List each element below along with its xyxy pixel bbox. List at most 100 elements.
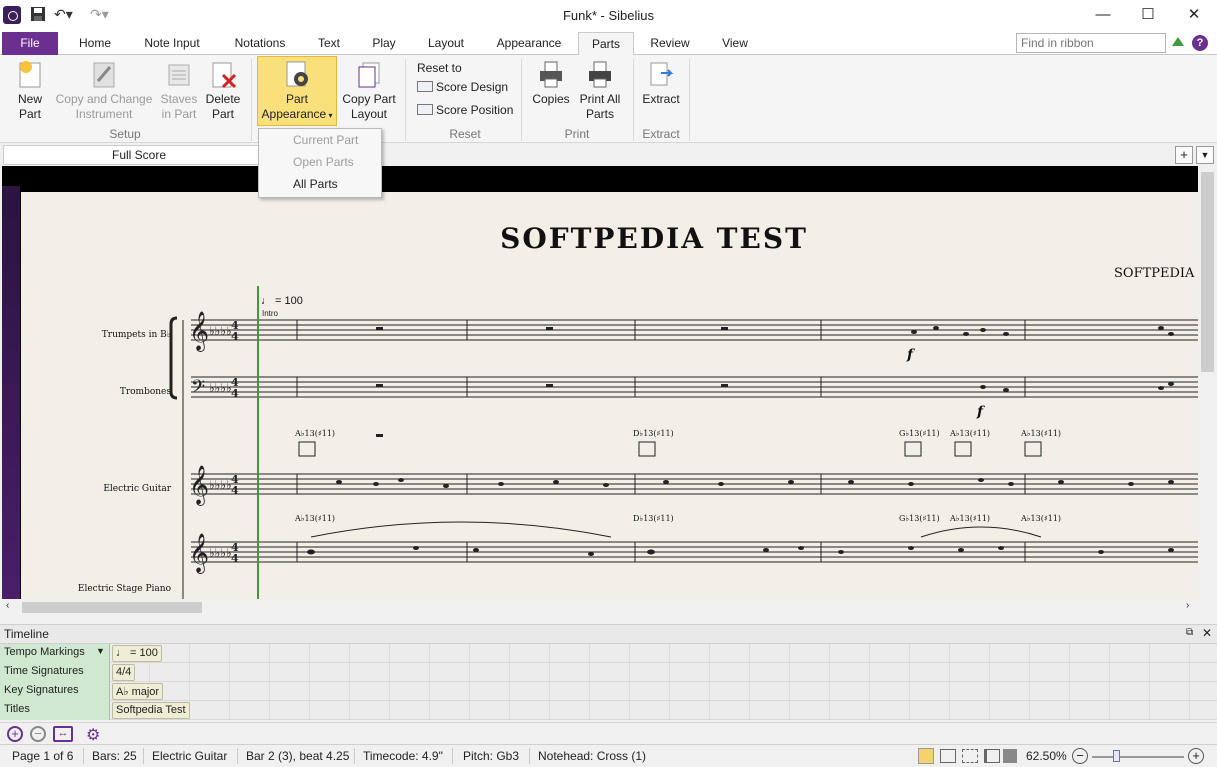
new-part-icon xyxy=(19,61,41,88)
group-separator xyxy=(633,59,634,141)
timeline-float-icon[interactable]: ⧉ xyxy=(1186,627,1193,638)
delete-part-button[interactable]: Delete Part xyxy=(203,57,243,122)
menu-item-current-part[interactable]: Current Part xyxy=(293,133,358,147)
menu-item-all-parts[interactable]: All Parts xyxy=(293,177,338,191)
copy-change-instrument-button[interactable]: Copy and Change Instrument xyxy=(55,57,153,122)
zoom-slider[interactable] xyxy=(1092,756,1184,758)
timeline-chip[interactable]: A♭ major xyxy=(112,683,164,700)
timeline-header: Timeline ⧉ ✕ xyxy=(0,624,1217,644)
horizontal-scrollbar[interactable]: ‹ › xyxy=(2,599,1198,616)
tab-view[interactable]: View xyxy=(713,32,757,55)
menu-item-open-parts[interactable]: Open Parts xyxy=(293,155,354,169)
status-instrument: Electric Guitar xyxy=(152,749,228,763)
tab-review[interactable]: Review xyxy=(644,32,696,55)
horizontal-scroll-thumb[interactable] xyxy=(22,602,202,613)
timeline-row: Titles Softpedia Test xyxy=(0,701,1217,720)
group-separator xyxy=(405,59,406,141)
new-part-button[interactable]: New Part xyxy=(10,57,50,122)
tab-layout[interactable]: Layout xyxy=(419,32,473,55)
vertical-scroll-thumb[interactable] xyxy=(1201,172,1214,372)
group-label-extract: Extract xyxy=(642,127,680,141)
score-design-button[interactable]: Score Design xyxy=(417,80,508,94)
status-bars: Bars: 25 xyxy=(92,749,137,763)
fit-width-icon[interactable]: ↔ xyxy=(53,726,73,742)
tab-file[interactable]: File xyxy=(2,32,58,55)
status-separator xyxy=(83,748,84,764)
tab-parts[interactable]: Parts xyxy=(578,32,634,56)
window-title: Funk* - Sibelius xyxy=(562,8,655,23)
timeline-close-icon[interactable]: ✕ xyxy=(1202,626,1212,640)
group-separator xyxy=(521,59,522,141)
staves-in-part-button[interactable]: Staves in Part xyxy=(159,57,199,122)
tab-home[interactable]: Home xyxy=(68,32,122,55)
tab-text[interactable]: Text xyxy=(311,32,347,55)
view-mode-horizontal-icon[interactable] xyxy=(962,749,978,763)
zoom-out-icon[interactable]: − xyxy=(30,726,46,742)
svg-text:♭♭♭♭: ♭♭♭♭ xyxy=(209,546,232,560)
playback-line[interactable] xyxy=(257,286,259,599)
extract-icon xyxy=(650,62,674,86)
status-page: Page 1 of 6 xyxy=(12,749,74,763)
maximize-button[interactable]: ☐ xyxy=(1125,0,1171,30)
help-icon[interactable]: ? xyxy=(1192,35,1208,51)
copies-button[interactable]: Copies xyxy=(530,57,572,107)
status-separator xyxy=(452,748,453,764)
zoom-out-button[interactable]: − xyxy=(1072,748,1088,764)
group-label-setup: Setup xyxy=(109,127,141,141)
tab-appearance[interactable]: Appearance xyxy=(488,32,570,55)
svg-text:𝄞: 𝄞 xyxy=(189,311,209,352)
timeline-row-label[interactable]: Time Signatures xyxy=(0,663,110,682)
ribbon-search-input[interactable] xyxy=(1016,33,1166,53)
zoom-level[interactable]: 62.50% xyxy=(1026,749,1067,763)
timeline-row: Key Signatures A♭ major xyxy=(0,682,1217,701)
ribbon-collapse-icon[interactable] xyxy=(1172,37,1184,46)
minimize-button[interactable]: — xyxy=(1080,0,1126,30)
timeline-chip[interactable]: ♩ = 100 xyxy=(112,645,162,662)
svg-text:𝄞: 𝄞 xyxy=(189,465,209,506)
timeline-row-label[interactable]: Titles xyxy=(0,701,110,720)
view-mode-vertical-icon[interactable] xyxy=(984,749,1000,763)
reset-to-label: Reset to xyxy=(417,61,462,75)
score-position-icon xyxy=(417,104,433,115)
timeline-row-label[interactable]: Tempo Markings ▼ xyxy=(0,644,110,663)
group-label-print: Print xyxy=(564,127,590,141)
view-mode-single-page-icon[interactable] xyxy=(918,748,934,764)
score-position-button[interactable]: Score Position xyxy=(417,103,513,117)
zoom-in-button[interactable]: + xyxy=(1188,748,1204,764)
scroll-right-icon[interactable]: › xyxy=(1186,600,1189,611)
status-separator xyxy=(529,748,530,764)
score-page[interactable]: SOFTPEDIA TEST SOFTPEDIA EDI ♩ = 100 Int… xyxy=(21,192,1198,599)
status-separator xyxy=(143,748,144,764)
zoom-in-icon[interactable]: + xyxy=(7,726,23,742)
part-appearance-icon xyxy=(286,61,308,87)
part-appearance-button[interactable]: Part Appearance ▾ xyxy=(257,56,337,126)
tab-notations[interactable]: Notations xyxy=(224,32,296,55)
tab-play[interactable]: Play xyxy=(364,32,404,55)
svg-text:♭♭♭♭: ♭♭♭♭ xyxy=(209,381,232,395)
add-tab-icon[interactable]: + xyxy=(1175,146,1193,164)
scroll-left-icon[interactable]: ‹ xyxy=(6,600,9,611)
tab-menu-icon[interactable]: ▼ xyxy=(1196,146,1214,164)
close-button[interactable]: ✕ xyxy=(1171,0,1217,30)
timeline-chip[interactable]: Softpedia Test xyxy=(112,702,190,719)
print-all-parts-button[interactable]: Print All Parts xyxy=(575,57,625,122)
vertical-scrollbar[interactable] xyxy=(1198,166,1217,599)
extract-button[interactable]: Extract xyxy=(641,57,681,107)
group-separator xyxy=(689,59,690,141)
zoom-slider-thumb[interactable] xyxy=(1113,750,1120,762)
tab-note-input[interactable]: Note Input xyxy=(136,32,208,55)
copy-part-layout-button[interactable]: Copy Part Layout xyxy=(340,57,398,122)
timeline-chip[interactable]: 4/4 xyxy=(112,664,136,681)
print-all-icon xyxy=(589,61,611,88)
view-mode-spreads-icon[interactable] xyxy=(940,749,956,763)
score-view[interactable]: SOFTPEDIA TEST SOFTPEDIA EDI ♩ = 100 Int… xyxy=(2,166,1198,599)
timeline-title: Timeline xyxy=(4,627,49,641)
panorama-icon[interactable] xyxy=(1003,749,1017,763)
timeline-settings-icon[interactable]: ⚙ xyxy=(86,725,100,745)
timeline-row-label[interactable]: Key Signatures xyxy=(0,682,110,701)
tab-full-score[interactable]: Full Score xyxy=(3,145,275,165)
instrument-icon xyxy=(93,62,115,88)
group-separator xyxy=(251,59,252,141)
score-notation[interactable]: 𝄞 𝄢 𝄞 𝄞 ♭♭♭♭ ♭♭♭♭ ♭♭♭♭ ♭♭♭♭ 44 44 44 44 xyxy=(21,192,1198,599)
status-notehead: Notehead: Cross (1) xyxy=(538,749,647,763)
